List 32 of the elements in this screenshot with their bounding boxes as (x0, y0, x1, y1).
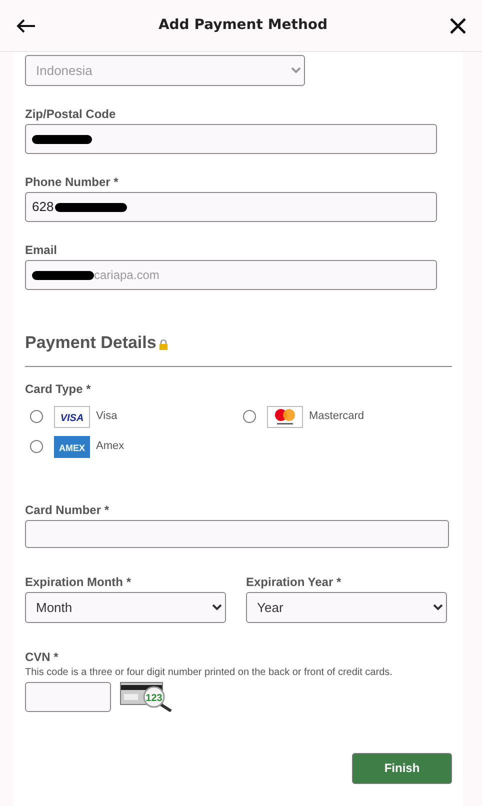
card-logo: VISA (54, 406, 90, 428)
field-label: Card Number * (25, 502, 110, 516)
field-label: Card Type * (25, 382, 92, 396)
card-logo: AMEX (54, 436, 90, 458)
input-field[interactable] (25, 124, 437, 154)
field-label: Expiration Month * (25, 574, 132, 588)
input-field[interactable] (25, 520, 449, 548)
year-select[interactable]: Year (246, 592, 447, 622)
cvn-field[interactable] (25, 682, 111, 712)
month-select[interactable]: Month (25, 592, 226, 622)
close-icon[interactable] (450, 18, 466, 34)
radio-button[interactable] (243, 410, 256, 423)
field-label: Zip/Postal Code (25, 107, 117, 121)
section-heading: Payment Details (25, 332, 156, 354)
page-title: Add Payment Method (158, 16, 328, 35)
field-label: Email (25, 243, 58, 257)
input-field[interactable]: 628 (25, 192, 437, 222)
radio-button[interactable] (30, 440, 43, 453)
field-placeholder: cariapa.com (94, 267, 160, 284)
field-label: Phone Number * (25, 175, 120, 189)
back-arrow-icon[interactable] (16, 18, 36, 32)
finish-button[interactable]: Finish (352, 752, 452, 784)
help-text: This code is a three or four digit number printed on the back or front of credit cards. (25, 666, 394, 680)
radio-button[interactable] (30, 410, 43, 423)
field-label: CVN * (25, 650, 60, 664)
field-label: Expiration Year * (246, 574, 342, 588)
card-logo (267, 406, 303, 428)
field-value: 628 (32, 198, 54, 216)
card-type-label: Mastercard (309, 409, 364, 424)
lock-icon (159, 338, 168, 350)
card-type-label: Visa (96, 409, 118, 424)
card-type-label: Amex (96, 439, 124, 454)
